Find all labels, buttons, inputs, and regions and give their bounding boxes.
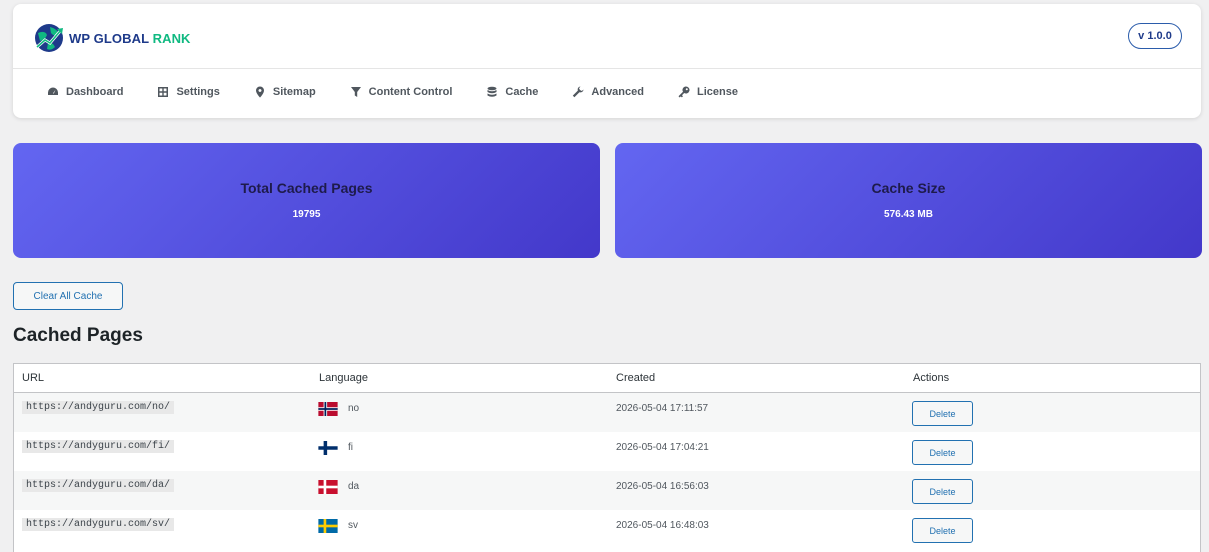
nav-item-dashboard[interactable]: Dashboard — [47, 86, 123, 98]
nav-item-cache[interactable]: Cache — [486, 86, 538, 98]
nav-item-advanced[interactable]: Advanced — [572, 86, 644, 98]
dashboard-icon — [48, 87, 58, 95]
key-icon — [678, 86, 690, 98]
stat-value: 576.43 MB — [884, 209, 933, 220]
nav-label: Advanced — [591, 86, 644, 98]
clear-all-cache-button[interactable]: Clear All Cache — [13, 282, 123, 310]
row-url: https://andyguru.com/fi/ — [22, 440, 175, 453]
stat-card-total-pages: Total Cached Pages 19795 — [13, 143, 600, 258]
table-row: https://andyguru.com/fi/ fi 2026-05-04 1… — [14, 432, 1200, 471]
row-language: no — [348, 403, 360, 414]
stat-value: 19795 — [292, 209, 321, 220]
column-header-actions: Actions — [913, 372, 950, 384]
nav-label: Dashboard — [66, 86, 124, 98]
norway-flag-icon — [318, 402, 338, 416]
nav-item-license[interactable]: License — [678, 86, 738, 98]
settings-grid-icon — [158, 87, 169, 97]
section-title: Cached Pages — [13, 325, 143, 346]
row-language: da — [348, 481, 360, 492]
stat-card-cache-size: Cache Size 576.43 MB — [615, 143, 1202, 258]
header-card: WP GLOBAL RANK v 1.0.0 Dashboard Setting… — [13, 4, 1201, 118]
version-badge: v 1.0.0 — [1128, 23, 1182, 49]
delete-button[interactable]: Delete — [912, 518, 973, 543]
sweden-flag-icon — [318, 519, 338, 533]
brand-global: GLOBAL — [93, 30, 149, 46]
row-url: https://andyguru.com/da/ — [22, 479, 175, 492]
database-icon — [487, 86, 497, 97]
nav-label: Content Control — [368, 86, 453, 98]
map-pin-icon — [255, 86, 264, 98]
header-divider — [13, 68, 1201, 69]
row-created: 2026-05-04 16:48:03 — [616, 520, 709, 531]
nav-label: License — [696, 86, 738, 98]
column-header-language: Language — [319, 372, 368, 384]
row-language: fi — [348, 442, 353, 453]
brand-wp: WP — [69, 30, 90, 46]
column-header-created: Created — [616, 372, 656, 384]
globe-logo-icon — [35, 24, 63, 52]
row-url: https://andyguru.com/sv/ — [22, 518, 175, 531]
nav-item-content-control[interactable]: Content Control — [350, 86, 453, 98]
table-header: URL Language Created Actions — [14, 364, 1200, 393]
delete-button[interactable]: Delete — [912, 440, 973, 465]
cached-pages-table: URL Language Created Actions https://and… — [13, 363, 1201, 552]
filter-icon — [350, 87, 361, 97]
delete-button[interactable]: Delete — [912, 479, 973, 504]
row-language: sv — [348, 520, 358, 531]
stat-title: Cache Size — [871, 180, 946, 196]
nav-label: Settings — [176, 86, 220, 98]
nav-item-sitemap[interactable]: Sitemap — [254, 86, 316, 98]
delete-button[interactable]: Delete — [912, 401, 973, 426]
nav-label: Sitemap — [272, 86, 316, 98]
finland-flag-icon — [318, 441, 338, 455]
table-row: https://andyguru.com/no/ no 2026-05-04 1… — [14, 393, 1200, 432]
row-url: https://andyguru.com/no/ — [22, 401, 175, 414]
column-header-url: URL — [22, 372, 45, 384]
table-row: https://andyguru.com/da/ da 2026-05-04 1… — [14, 471, 1200, 510]
stat-title: Total Cached Pages — [240, 180, 373, 196]
brand-logo[interactable]: WP GLOBAL RANK — [33, 21, 191, 55]
brand-rank: RANK — [152, 30, 191, 46]
wrench-icon — [573, 86, 584, 98]
table-row: https://andyguru.com/sv/ sv 2026-05-04 1… — [14, 510, 1200, 549]
row-created: 2026-05-04 16:56:03 — [616, 481, 709, 492]
nav-item-settings[interactable]: Settings — [157, 86, 220, 98]
row-created: 2026-05-04 17:11:57 — [616, 403, 709, 414]
main-nav: Dashboard Settings Sitemap Content Contr… — [47, 82, 772, 102]
row-created: 2026-05-04 17:04:21 — [616, 442, 709, 453]
denmark-flag-icon — [318, 480, 338, 494]
nav-label: Cache — [505, 86, 539, 98]
